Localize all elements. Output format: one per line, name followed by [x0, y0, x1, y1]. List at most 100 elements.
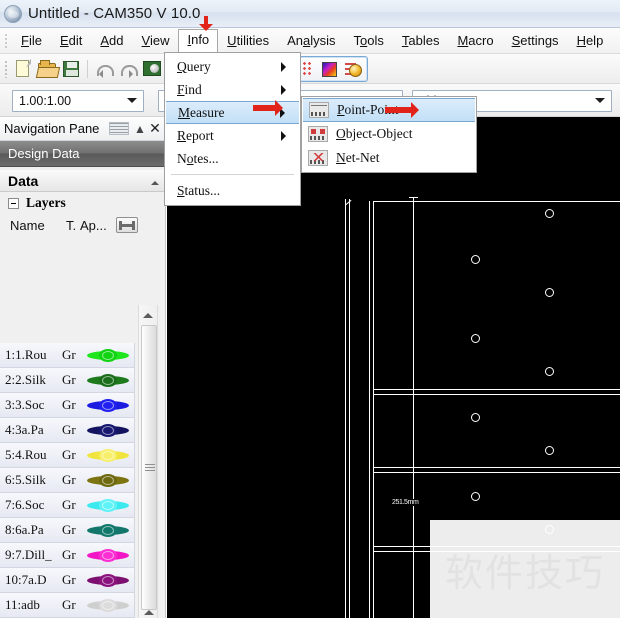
layer-row[interactable]: 7:6.Soc Gr	[0, 493, 135, 518]
aperture-icon[interactable]	[116, 217, 138, 233]
layer-row[interactable]: 4:3a.Pa Gr	[0, 418, 135, 443]
drill-pad	[545, 446, 554, 455]
menu-analysis-label: lysis	[310, 32, 336, 48]
open-file-button[interactable]	[35, 57, 59, 81]
layer-type: Gr	[62, 397, 76, 412]
layer-name: 1:1.Rou	[5, 347, 47, 362]
layer-color-swatch[interactable]	[87, 348, 129, 362]
layer-aperture-cell[interactable]	[82, 348, 134, 362]
menu-tools[interactable]: Tools	[345, 30, 393, 52]
layer-columns-header: Name T. Ap...	[0, 214, 165, 236]
color-gradient-button[interactable]	[317, 57, 341, 81]
color-gradient-icon	[322, 61, 337, 77]
redo-button[interactable]	[116, 57, 140, 81]
layer-list-scrollbar[interactable]	[138, 305, 158, 618]
menu-item-status-label: tatus...	[184, 182, 221, 198]
collapse-icon[interactable]: ▲	[133, 122, 147, 136]
layer-aperture-cell[interactable]	[82, 498, 134, 512]
drill-pad	[471, 492, 480, 501]
layer-color-swatch[interactable]	[87, 448, 129, 462]
watermark: 软件技巧	[430, 520, 620, 618]
new-file-button[interactable]	[11, 57, 35, 81]
menu-tables[interactable]: Tables	[393, 30, 449, 52]
menu-separator	[171, 174, 294, 175]
undo-button[interactable]	[92, 57, 116, 81]
layer-mix-button[interactable]	[341, 57, 365, 81]
layer-aperture-cell[interactable]	[82, 573, 134, 587]
net-net-icon	[308, 150, 328, 166]
layer-aperture-cell[interactable]	[82, 448, 134, 462]
board-corner-tick-icon	[345, 199, 352, 206]
column-name[interactable]: Name	[10, 218, 66, 233]
menu-add[interactable]: Add	[91, 30, 132, 52]
menu-item-notes[interactable]: Notes...	[165, 147, 300, 170]
layer-row[interactable]: 1:1.Rou Gr	[0, 343, 135, 368]
scroll-up-button[interactable]	[139, 305, 157, 321]
layer-color-swatch[interactable]	[87, 398, 129, 412]
tree-node-layers[interactable]: Layers	[0, 192, 165, 214]
menu-item-report[interactable]: Report	[165, 124, 300, 147]
menu-item-net-net[interactable]: Net-Net	[302, 146, 476, 170]
menu-help[interactable]: Help	[568, 30, 613, 52]
layer-row[interactable]: 3:3.Soc Gr	[0, 393, 135, 418]
layer-color-swatch[interactable]	[87, 598, 129, 612]
menu-item-object-object[interactable]: Object-Object	[302, 122, 476, 146]
menu-edit[interactable]: Edit	[51, 30, 91, 52]
scale-combo[interactable]: 1.00:1.00	[12, 90, 144, 112]
layer-name: 11:adb	[5, 597, 40, 612]
menu-item-query[interactable]: Query	[165, 55, 300, 78]
layer-row[interactable]: 10:7a.D Gr	[0, 568, 135, 593]
layer-row[interactable]: 8:6a.Pa Gr	[0, 518, 135, 543]
dimension-line	[413, 201, 414, 618]
data-section-header: Data	[0, 167, 165, 192]
close-icon[interactable]: ✕	[147, 120, 163, 137]
layer-list[interactable]: 1:1.Rou Gr 2:2.Silk Gr 3:3.Soc Gr 4:3a.Pa Gr 5:4…	[0, 343, 135, 618]
layer-color-swatch[interactable]	[87, 573, 129, 587]
menu-item-status[interactable]: Status...	[165, 179, 300, 202]
layer-aperture-cell[interactable]	[82, 548, 134, 562]
column-aperture[interactable]: Ap...	[80, 218, 116, 233]
menu-file-label: ile	[28, 32, 42, 48]
layer-aperture-cell[interactable]	[82, 373, 134, 387]
save-file-button[interactable]	[59, 57, 83, 81]
board-edge-left-inner	[349, 199, 350, 618]
toolbar-separator	[87, 59, 88, 78]
layer-color-swatch[interactable]	[87, 373, 129, 387]
menu-utilities[interactable]: Utilities	[218, 30, 278, 52]
tab-design-data-label: Design Data	[8, 146, 80, 161]
layer-row[interactable]: 2:2.Silk Gr	[0, 368, 135, 393]
menu-macro[interactable]: Macro	[448, 30, 502, 52]
menu-lines-icon[interactable]	[109, 122, 129, 135]
layer-aperture-cell[interactable]	[82, 523, 134, 537]
chevron-up-icon[interactable]	[151, 177, 159, 185]
menu-file[interactable]: File	[12, 30, 51, 52]
layer-aperture-cell[interactable]	[82, 423, 134, 437]
layer-row[interactable]: 11:adb Gr	[0, 593, 135, 618]
layer-row[interactable]: 5:4.Rou Gr	[0, 443, 135, 468]
scroll-down-button[interactable]	[139, 602, 159, 618]
menu-view[interactable]: View	[133, 30, 179, 52]
layer-color-swatch[interactable]	[87, 548, 129, 562]
layer-aperture-cell[interactable]	[82, 398, 134, 412]
board-row-divider	[373, 389, 620, 390]
layer-color-swatch[interactable]	[87, 473, 129, 487]
layer-row[interactable]: 9:7.Dill_ Gr	[0, 543, 135, 568]
menu-analysis[interactable]: Analysis	[278, 30, 344, 52]
layer-row[interactable]: 6:5.Silk Gr	[0, 468, 135, 493]
layer-color-swatch[interactable]	[87, 523, 129, 537]
menu-item-find[interactable]: Find	[165, 78, 300, 101]
menu-settings-label: ettings	[520, 32, 559, 48]
layer-aperture-cell[interactable]	[82, 598, 134, 612]
menu-settings[interactable]: Settings	[503, 30, 568, 52]
toolbar-grip-icon	[4, 59, 8, 78]
layer-aperture-cell[interactable]	[82, 473, 134, 487]
collapse-expander-icon[interactable]	[8, 197, 19, 209]
image-button[interactable]	[140, 57, 164, 81]
layer-color-swatch[interactable]	[87, 498, 129, 512]
board-edge-left-outer	[345, 199, 346, 618]
tab-design-data[interactable]: Design Data	[0, 141, 165, 167]
menu-help-label: elp	[585, 32, 604, 48]
layer-color-swatch[interactable]	[87, 423, 129, 437]
column-type[interactable]: T.	[66, 218, 80, 233]
scrollbar-thumb[interactable]	[141, 325, 157, 610]
